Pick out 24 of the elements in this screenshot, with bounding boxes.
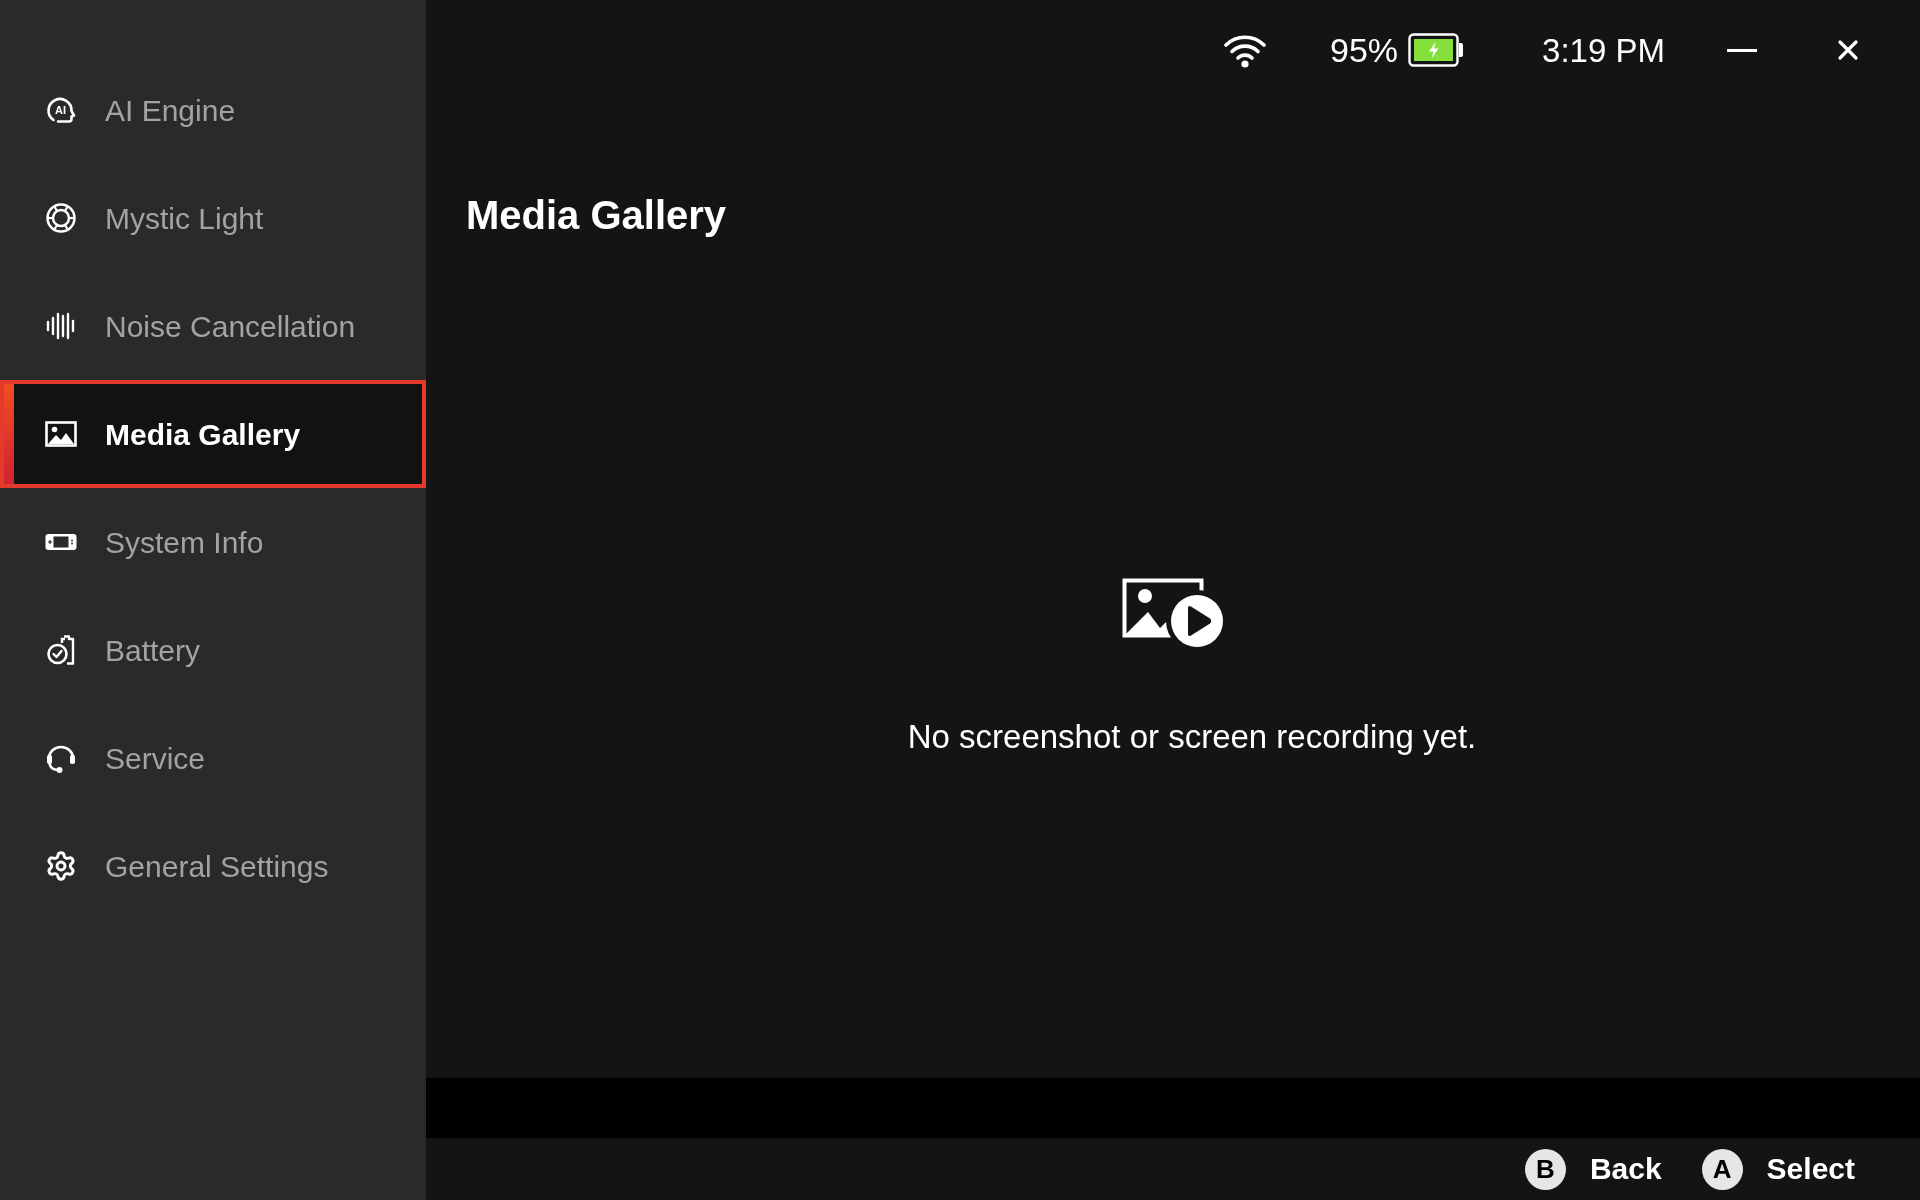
sidebar-item[interactable]: General Settings — [0, 812, 426, 920]
footer-action-button[interactable]: Select — [1766, 1151, 1855, 1187]
sidebar-item[interactable]: Battery — [0, 596, 426, 704]
sidebar-item[interactable]: Media Gallery — [0, 380, 426, 488]
image-icon — [45, 418, 77, 450]
minimize-icon — [1727, 48, 1757, 52]
gamepad-key: B — [1524, 1148, 1566, 1190]
sidebar-item[interactable]: Noise Cancellation — [0, 272, 426, 380]
page-title: Media Gallery — [466, 193, 727, 237]
wifi-icon — [1224, 32, 1267, 68]
sidebar-item[interactable]: Mystic Light — [0, 164, 426, 272]
footer-action-button[interactable]: Back — [1589, 1151, 1662, 1187]
sidebar-item[interactable]: AI AI Engine — [0, 56, 426, 164]
sidebar-item[interactable]: Service — [0, 704, 426, 812]
sound-wave-icon — [45, 310, 77, 342]
empty-state-message: No screenshot or screen recording yet. — [907, 717, 1477, 756]
image-video-icon — [1122, 577, 1224, 648]
ring-icon — [45, 202, 77, 234]
battery-check-icon — [45, 634, 77, 666]
clock-time: 3:19 PM — [1542, 33, 1665, 67]
settings-icon — [45, 850, 77, 882]
sidebar-item[interactable]: System Info — [0, 488, 426, 596]
gamepad-key: A — [1701, 1148, 1743, 1190]
battery-percentage: 95% — [1330, 33, 1399, 67]
